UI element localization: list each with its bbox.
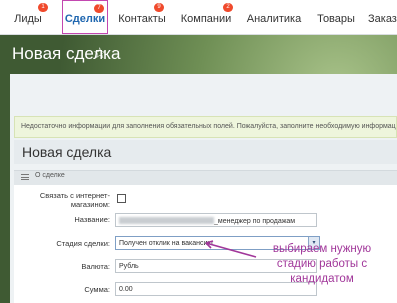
tab-contacts[interactable]: 9 Контакты [116, 0, 168, 34]
section-title: О сделке [35, 172, 65, 179]
tab-badge: 9 [154, 3, 164, 12]
tab-label: Сделки [64, 13, 106, 25]
favorite-star-icon[interactable]: ☆ [93, 44, 106, 62]
tab-label: Компании [180, 13, 232, 25]
tab-analytics[interactable]: Аналитика [246, 0, 302, 34]
name-input[interactable]: _менеджер по продажам [115, 213, 317, 227]
currency-value: Рубль [119, 263, 139, 270]
redacted-text [119, 217, 214, 224]
tab-leads[interactable]: 1 Лиды [0, 0, 56, 34]
name-label: Название: [74, 215, 110, 224]
tab-badge: 1 [38, 3, 48, 12]
tab-label: Лиды [14, 13, 42, 25]
currency-label: Валюта: [81, 262, 110, 271]
tab-badge: 2 [223, 3, 233, 12]
tab-deals[interactable]: 7 Сделки [62, 0, 108, 34]
section-header[interactable] [14, 170, 397, 186]
annotation-text: выбираем нужную стадию работы с кандидат… [272, 243, 372, 285]
tab-companies[interactable]: 2 Компании [180, 0, 233, 34]
menu-icon[interactable] [21, 174, 29, 180]
stage-value: Получен отклик на вакансию [119, 240, 213, 247]
link-store-checkbox[interactable] [117, 194, 126, 203]
amount-value: 0.00 [119, 286, 133, 293]
tab-orders[interactable]: Заказ [368, 0, 397, 34]
validation-alert: Недостаточно информации для заполнения о… [14, 116, 397, 138]
tab-badge: 7 [94, 4, 104, 13]
tab-label: Аналитика [246, 13, 302, 25]
stage-label: Стадия сделки: [56, 239, 110, 248]
tab-label: Контакты [118, 13, 166, 25]
tab-label: Товары [317, 13, 355, 25]
tab-label: Заказ [368, 13, 397, 25]
name-value: _менеджер по продажам [214, 218, 296, 225]
link-store-label: Связать с интернет-магазином: [39, 191, 110, 209]
amount-label: Сумма: [84, 285, 110, 294]
top-navigation: 1 Лиды 7 Сделки 9 Контакты 2 Компании Ан… [0, 0, 397, 35]
form-title: Новая сделка [22, 144, 112, 160]
tab-products[interactable]: Товары [316, 0, 356, 34]
annotation-arrow [205, 240, 257, 258]
